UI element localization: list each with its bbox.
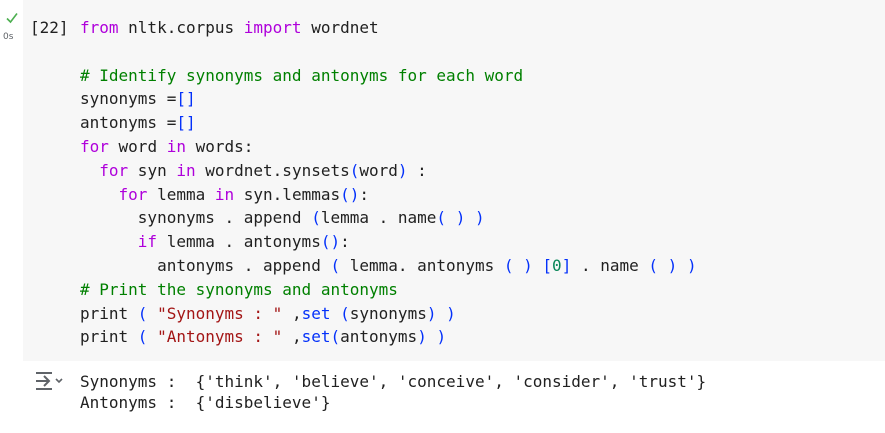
code-line-3: # Identify synonyms and antonyms for eac… (80, 65, 524, 85)
execution-time: 0s (3, 32, 14, 42)
code-line-4: synonyms =[] (80, 89, 196, 109)
code-line-10: if lemma . antonyms(): (137, 232, 350, 252)
output-line-2: Antonyms : {'disbelieve'} (80, 393, 331, 412)
code-line-13: print ( "Synonyms : " ,set (synonyms) ) (80, 303, 456, 323)
output-toggle-icon[interactable] (34, 370, 64, 392)
cell-gutter: 0s (0, 0, 23, 361)
cell-output: Synonyms : {'think', 'believe', 'conceiv… (80, 371, 706, 413)
code-line-7: for syn in wordnet.synsets(word) : (99, 160, 427, 180)
code-line-11: antonyms . append ( lemma. antonyms ( ) … (157, 255, 697, 275)
execution-count: [22] (30, 18, 69, 37)
code-line-12: # Print the synonyms and antonyms (80, 279, 398, 299)
code-line-5: antonyms =[] (80, 113, 196, 133)
code-line-6: for word in words: (80, 136, 254, 156)
code-line-9: synonyms . append (lemma . name( ) ) (137, 208, 485, 228)
code-line-1: from nltk.corpus import wordnet (80, 18, 379, 37)
code-editor[interactable]: from nltk.corpus import wordnet # Identi… (80, 16, 697, 349)
check-icon (6, 13, 18, 24)
code-line-14: print ( "Antonyms : " ,set(antonyms) ) (80, 327, 447, 347)
code-line-8: for lemma in syn.lemmas(): (118, 184, 370, 204)
output-line-1: Synonyms : {'think', 'believe', 'conceiv… (80, 372, 707, 391)
